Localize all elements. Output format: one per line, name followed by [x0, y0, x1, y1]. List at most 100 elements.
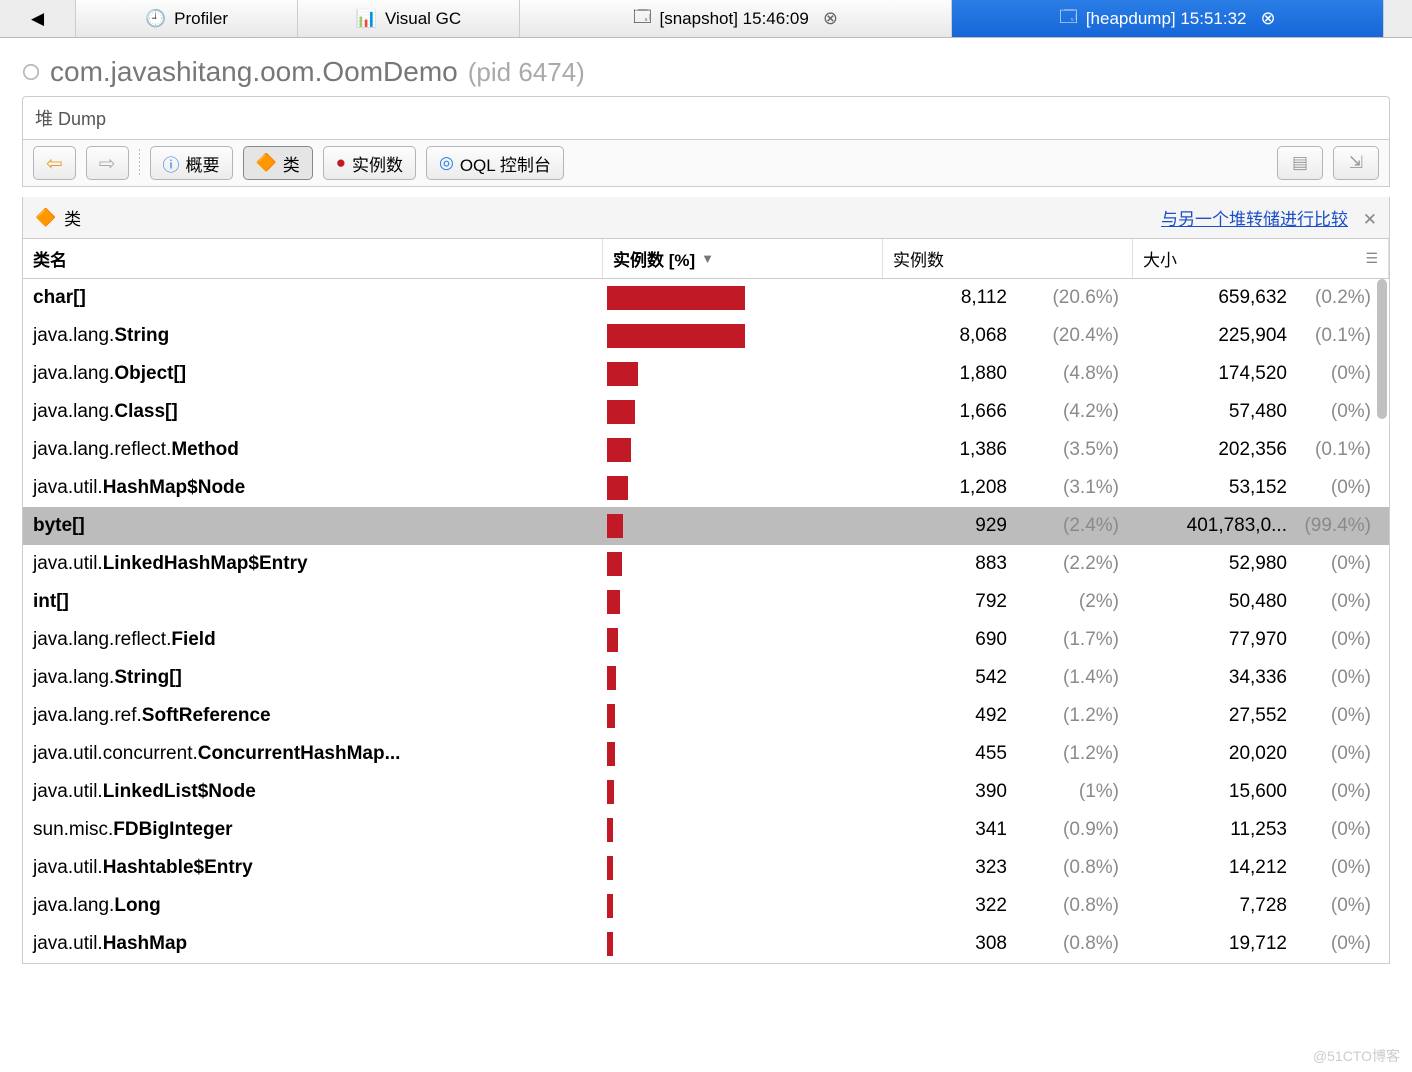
cell-instances: 323 [883, 857, 1015, 879]
table-row[interactable]: java.lang.Object[]1,880(4.8%)174,520(0%) [23, 355, 1389, 393]
table-row[interactable]: java.util.Hashtable$Entry323(0.8%)14,212… [23, 849, 1389, 887]
table-row[interactable]: java.lang.reflect.Field690(1.7%)77,970(0… [23, 621, 1389, 659]
cell-instances: 390 [883, 781, 1015, 803]
cell-instances-pct: (0.8%) [1015, 933, 1133, 955]
cell-instances-pct: (2.4%) [1015, 515, 1133, 537]
cell-classname: java.util.concurrent.ConcurrentHashMap..… [23, 743, 603, 765]
tab-snapshot[interactable]: 🗔 [snapshot] 15:46:09 ⊗ [520, 0, 952, 37]
cell-size-pct: (0%) [1293, 363, 1389, 385]
table-row[interactable]: java.lang.String8,068(20.4%)225,904(0.1%… [23, 317, 1389, 355]
table-row[interactable]: java.util.LinkedHashMap$Entry883(2.2%)52… [23, 545, 1389, 583]
table-row[interactable]: java.lang.Long322(0.8%)7,728(0%) [23, 887, 1389, 925]
cell-size-pct: (0%) [1293, 819, 1389, 841]
tab-heapdump[interactable]: 🗔 [heapdump] 15:51:32 ⊗ [952, 0, 1384, 37]
nav-forward-button[interactable]: ⇨ [86, 146, 129, 180]
cell-size: 401,783,0... [1133, 515, 1293, 537]
col-size[interactable]: 大小 ☰ [1133, 239, 1389, 278]
tab-profiler[interactable]: 🕘 Profiler [76, 0, 298, 37]
cell-instances-pct: (0.8%) [1015, 857, 1133, 879]
cell-size-pct: (0%) [1293, 781, 1389, 803]
table-row[interactable]: java.lang.Class[]1,666(4.2%)57,480(0%) [23, 393, 1389, 431]
cell-bar [603, 887, 883, 925]
table-row[interactable]: java.util.concurrent.ConcurrentHashMap..… [23, 735, 1389, 773]
cell-instances-pct: (1.2%) [1015, 743, 1133, 765]
btn-label: 类 [283, 151, 300, 176]
col-instances[interactable]: 实例数 [883, 239, 1133, 278]
cell-size: 20,020 [1133, 743, 1293, 765]
window-button-2[interactable]: ⇲ [1333, 146, 1379, 180]
table-row[interactable]: char[]8,112(20.6%)659,632(0.2%) [23, 279, 1389, 317]
col-label: 大小 [1143, 246, 1177, 271]
cell-bar [603, 659, 883, 697]
nav-back-button[interactable]: ⇦ [33, 146, 76, 180]
query-icon: ◎ [439, 153, 454, 173]
table-row[interactable]: java.util.LinkedList$Node390(1%)15,600(0… [23, 773, 1389, 811]
col-name[interactable]: 类名 [23, 239, 603, 278]
cell-size: 202,356 [1133, 439, 1293, 461]
overview-button[interactable]: ⓘ 概要 [150, 146, 233, 180]
cell-bar [603, 317, 883, 355]
cell-bar [603, 507, 883, 545]
close-icon[interactable]: ✕ [1363, 210, 1377, 229]
cell-instances-pct: (4.2%) [1015, 401, 1133, 423]
scrollbar[interactable] [1377, 279, 1387, 963]
table-row[interactable]: int[]792(2%)50,480(0%) [23, 583, 1389, 621]
cell-size: 7,728 [1133, 895, 1293, 917]
table-row[interactable]: java.lang.ref.SoftReference492(1.2%)27,5… [23, 697, 1389, 735]
cell-instances: 8,068 [883, 325, 1015, 347]
scrollbar-thumb[interactable] [1377, 279, 1387, 419]
close-icon[interactable]: ⊗ [823, 8, 838, 29]
cell-bar [603, 735, 883, 773]
window-button-1[interactable]: ▤ [1277, 146, 1323, 180]
instances-button[interactable]: ● 实例数 [323, 146, 416, 180]
cell-instances-pct: (2.2%) [1015, 553, 1133, 575]
cell-instances-pct: (1.2%) [1015, 705, 1133, 727]
table-row[interactable]: java.util.HashMap$Node1,208(3.1%)53,152(… [23, 469, 1389, 507]
cell-size: 50,480 [1133, 591, 1293, 613]
cell-size-pct: (0%) [1293, 591, 1389, 613]
btn-label: 概要 [186, 151, 220, 176]
cell-bar [603, 811, 883, 849]
sort-desc-icon: ▼ [701, 251, 714, 266]
table-row[interactable]: byte[]929(2.4%)401,783,0...(99.4%) [23, 507, 1389, 545]
table-row[interactable]: java.lang.String[]542(1.4%)34,336(0%) [23, 659, 1389, 697]
cell-size: 52,980 [1133, 553, 1293, 575]
tab-visualgc[interactable]: 📊 Visual GC [298, 0, 520, 37]
table-row[interactable]: sun.misc.FDBigInteger341(0.9%)11,253(0%) [23, 811, 1389, 849]
title-area: com.javashitang.oom.OomDemo (pid 6474) 堆… [0, 38, 1412, 197]
cell-bar [603, 621, 883, 659]
table-row[interactable]: java.lang.reflect.Method1,386(3.5%)202,3… [23, 431, 1389, 469]
oql-button[interactable]: ◎ OQL 控制台 [426, 146, 564, 180]
cell-size-pct: (99.4%) [1293, 515, 1389, 537]
cell-size-pct: (0.1%) [1293, 439, 1389, 461]
cell-bar [603, 697, 883, 735]
column-menu-icon[interactable]: ☰ [1365, 250, 1378, 267]
cell-size-pct: (0%) [1293, 629, 1389, 651]
cell-classname: java.lang.reflect.Method [23, 439, 603, 461]
cell-size: 19,712 [1133, 933, 1293, 955]
cell-size-pct: (0%) [1293, 553, 1389, 575]
cell-size: 27,552 [1133, 705, 1293, 727]
tab-label: Profiler [174, 9, 228, 29]
tab-label: [snapshot] 15:46:09 [660, 9, 809, 29]
dump-label: 堆 Dump [23, 97, 1389, 140]
cell-size-pct: (0%) [1293, 705, 1389, 727]
cell-instances: 322 [883, 895, 1015, 917]
cell-classname: java.lang.String [23, 325, 603, 347]
cell-classname: int[] [23, 591, 603, 613]
cell-bar [603, 925, 883, 963]
cell-size: 77,970 [1133, 629, 1293, 651]
compare-link[interactable]: 与另一个堆转储进行比较 [1161, 210, 1348, 229]
tab-label: [heapdump] 15:51:32 [1086, 9, 1247, 29]
table-row[interactable]: java.util.HashMap308(0.8%)19,712(0%) [23, 925, 1389, 963]
toolbar: ⇦ ⇨ ⓘ 概要 🔶 类 ● 实例数 ◎ OQL 控制台 ▤ ⇲ [23, 140, 1389, 187]
app-pid: (pid 6474) [468, 57, 585, 88]
cell-instances-pct: (0.8%) [1015, 895, 1133, 917]
classes-button[interactable]: 🔶 类 [243, 146, 313, 180]
btn-label: OQL 控制台 [460, 151, 551, 176]
col-instances-pct[interactable]: 实例数 [%] ▼ [603, 239, 883, 278]
cell-classname: java.lang.Long [23, 895, 603, 917]
back-button[interactable]: ◀ [0, 0, 76, 37]
close-icon[interactable]: ⊗ [1261, 8, 1276, 29]
window-icon: 🗔 [1059, 4, 1077, 33]
